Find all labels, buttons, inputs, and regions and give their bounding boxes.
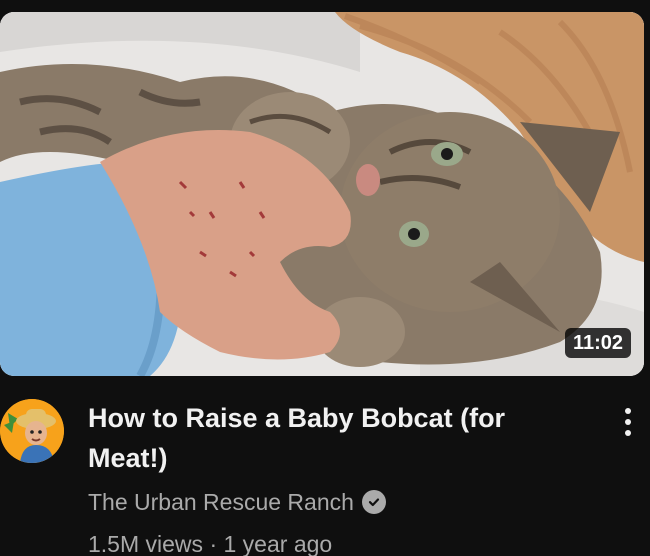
more-vert-icon bbox=[625, 408, 631, 414]
video-card[interactable]: 11:02 How to Raise a Baby Bobcat (for Me… bbox=[0, 0, 650, 556]
duration-badge: 11:02 bbox=[564, 328, 631, 358]
more-options-button[interactable] bbox=[612, 402, 644, 442]
channel-info: The Urban Rescue Ranch bbox=[88, 486, 386, 518]
view-count: 1.5M views bbox=[88, 531, 204, 556]
thumbnail-image bbox=[0, 12, 644, 376]
avatar-image bbox=[0, 399, 64, 463]
video-title[interactable]: How to Raise a Baby Bobcat (for Meat!) bbox=[88, 398, 558, 478]
video-metadata: 1.5M views · 1 year ago bbox=[88, 528, 332, 556]
meta-separator: · bbox=[209, 531, 218, 556]
channel-name[interactable]: The Urban Rescue Ranch bbox=[88, 486, 354, 518]
channel-avatar[interactable] bbox=[0, 399, 64, 463]
verified-check-icon bbox=[361, 490, 386, 514]
video-thumbnail[interactable]: 11:02 bbox=[0, 12, 644, 376]
upload-age: 1 year ago bbox=[223, 531, 333, 556]
